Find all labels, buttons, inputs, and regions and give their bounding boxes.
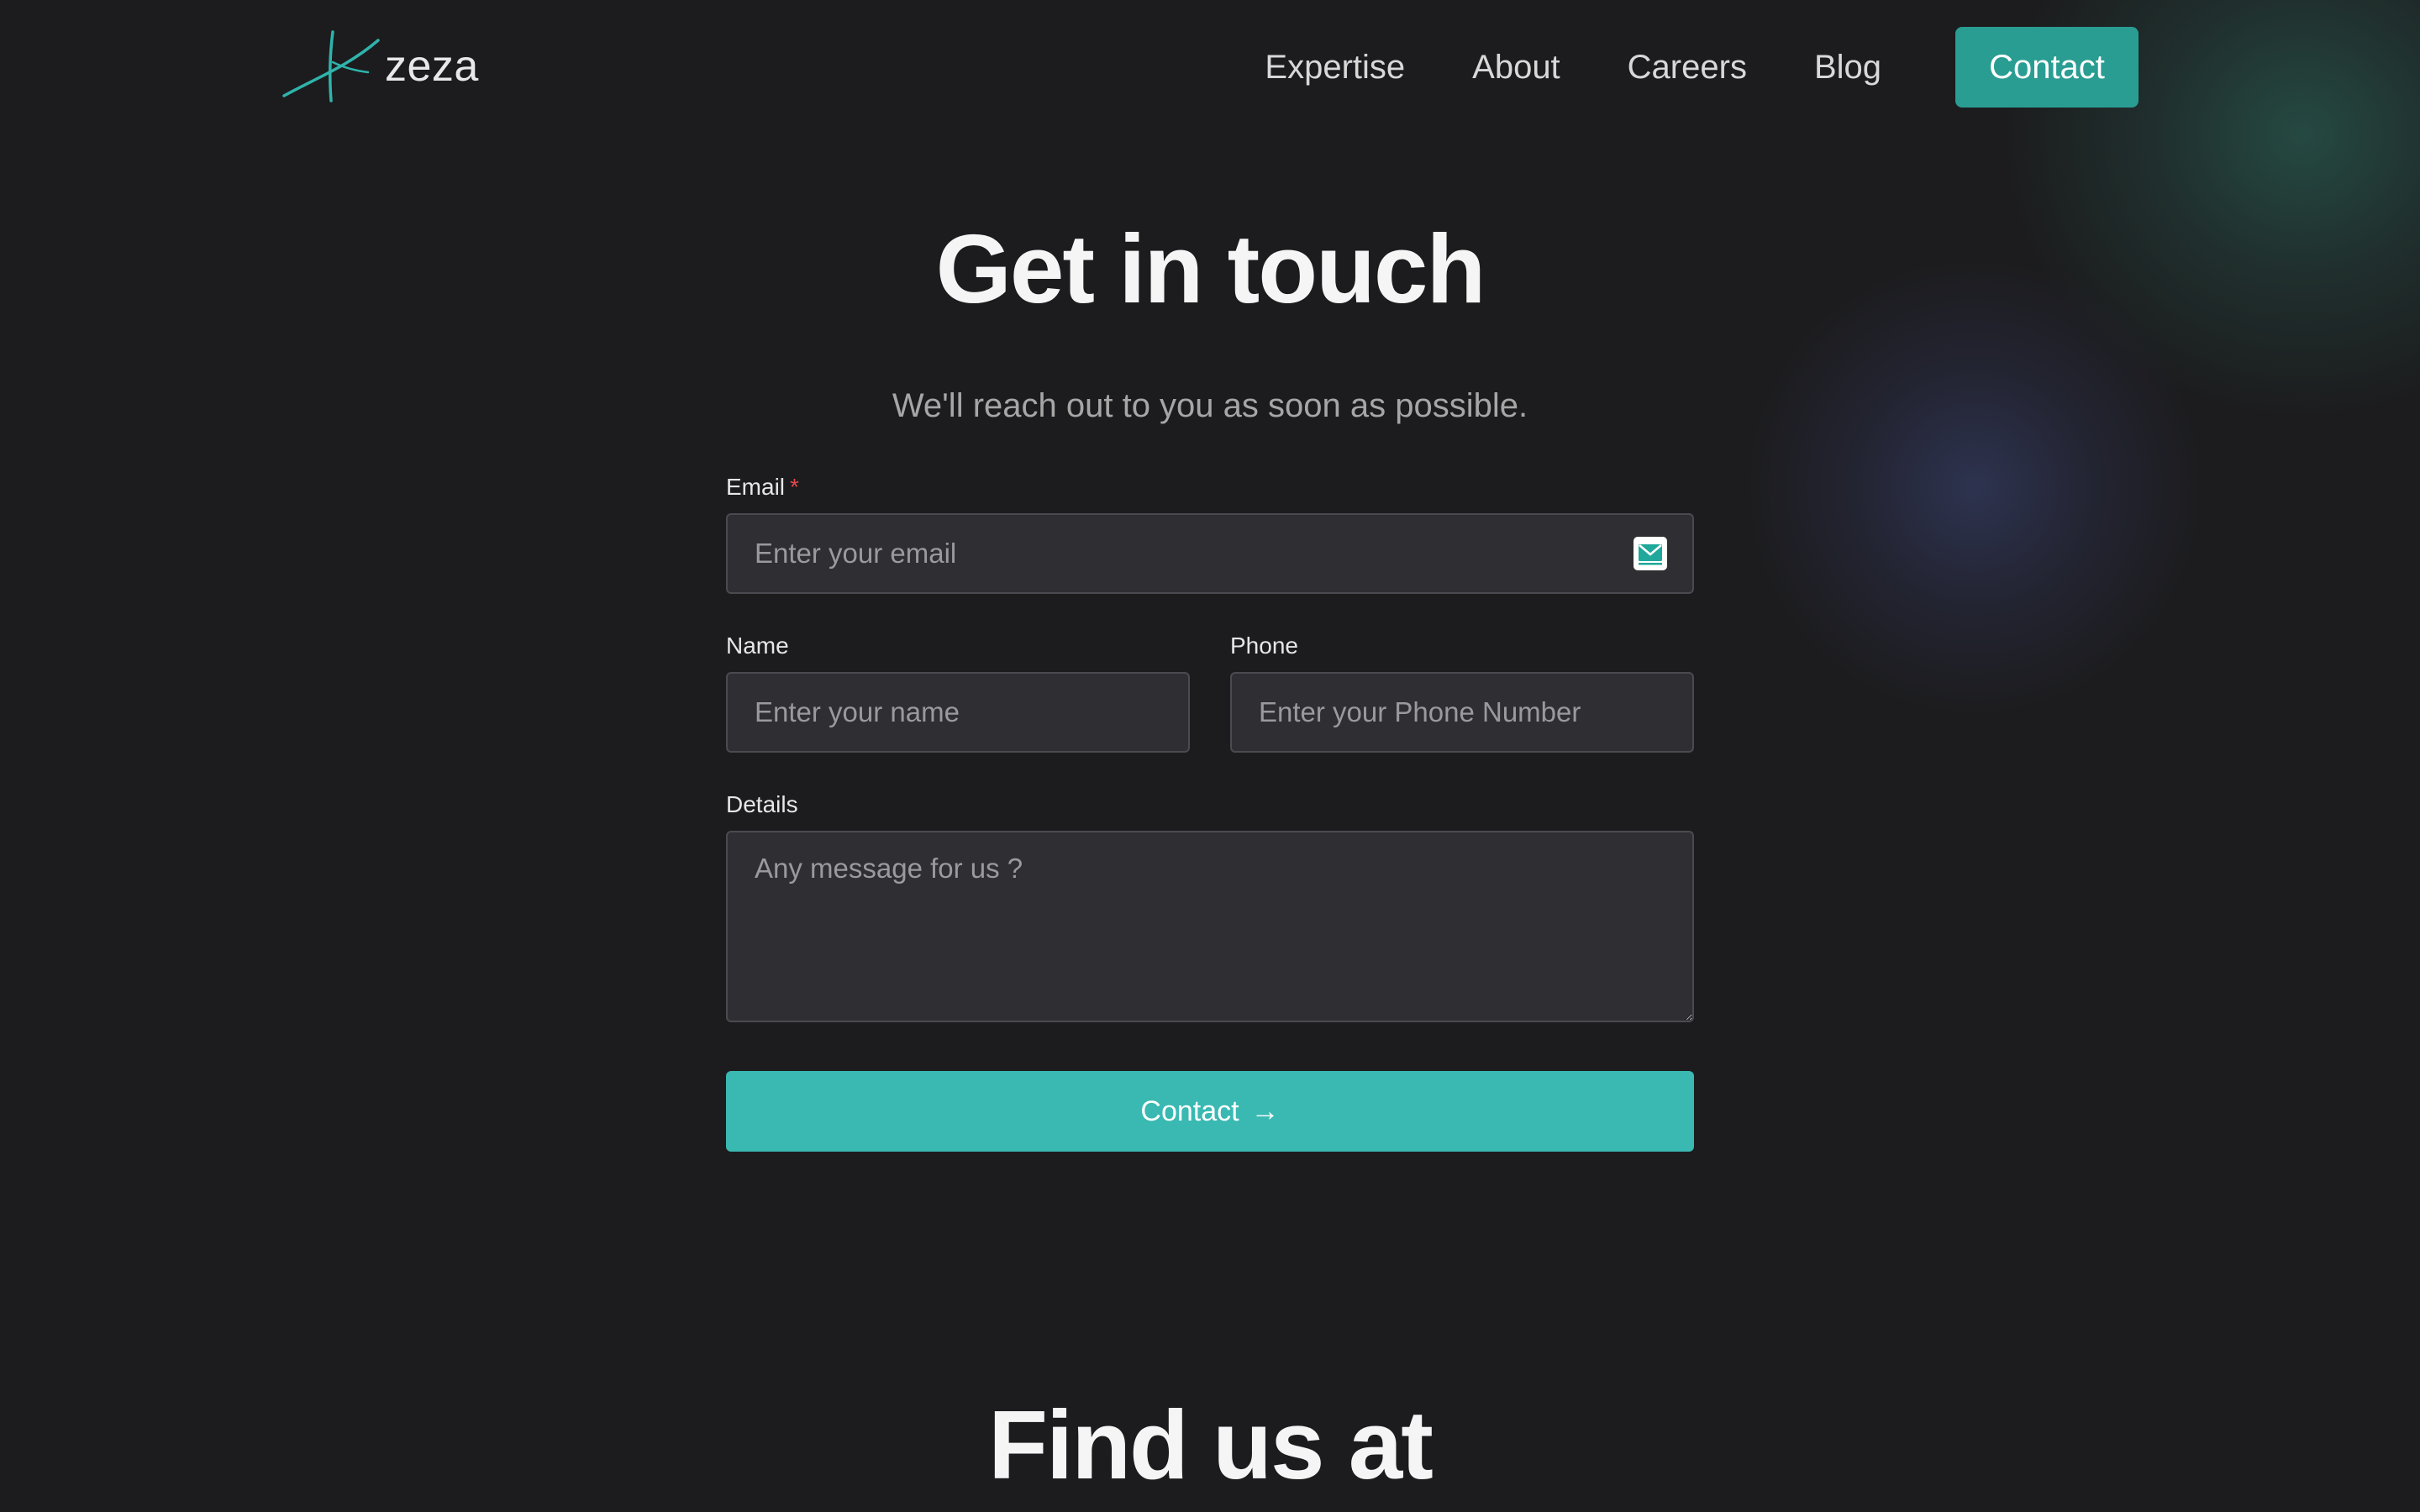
details-field-group: Details — [726, 788, 1694, 1022]
page-title: Get in touch — [935, 214, 1486, 323]
required-marker: * — [790, 474, 799, 500]
contact-submit-label: Contact — [1140, 1095, 1239, 1127]
email-label: Email * — [726, 470, 1694, 504]
email-label-text: Email — [726, 474, 786, 500]
contact-form: Email* Name Phone Details — [726, 470, 1694, 1152]
details-textarea[interactable] — [726, 831, 1694, 1022]
logo-link[interactable]: zeza — [281, 29, 479, 104]
phone-label: Phone — [1230, 633, 1298, 659]
find-us-heading: Find us at — [988, 1390, 1434, 1499]
name-field-group: Name — [726, 629, 1190, 753]
logo-text: zeza — [385, 42, 479, 91]
page: zeza Expertise About Careers Blog Contac… — [0, 0, 2420, 1512]
name-label: Name — [726, 633, 789, 659]
main-nav: Expertise About Careers Blog Contact — [1265, 27, 2139, 108]
email-field-wrapper — [726, 513, 1694, 594]
nav-link-expertise[interactable]: Expertise — [1265, 49, 1405, 87]
email-input[interactable] — [726, 513, 1694, 594]
phone-field-group: Phone — [1230, 629, 1694, 753]
page-subtitle: We'll reach out to you as soon as possib… — [892, 387, 1528, 424]
name-phone-row: Name Phone — [726, 629, 1694, 753]
site-header: zeza Expertise About Careers Blog Contac… — [0, 0, 2420, 134]
nav-link-about[interactable]: About — [1472, 49, 1560, 87]
logo-mark-icon — [282, 30, 380, 102]
nav-contact-button[interactable]: Contact — [1955, 27, 2139, 108]
contact-submit-button[interactable]: Contact → — [726, 1071, 1694, 1152]
arrow-right-icon: → — [1250, 1095, 1280, 1127]
nav-link-careers[interactable]: Careers — [1628, 49, 1747, 87]
email-envelope-icon — [1634, 537, 1667, 570]
nav-link-blog[interactable]: Blog — [1814, 49, 1881, 87]
name-input[interactable] — [726, 672, 1190, 753]
phone-input[interactable] — [1230, 672, 1694, 753]
details-label: Details — [726, 791, 798, 817]
